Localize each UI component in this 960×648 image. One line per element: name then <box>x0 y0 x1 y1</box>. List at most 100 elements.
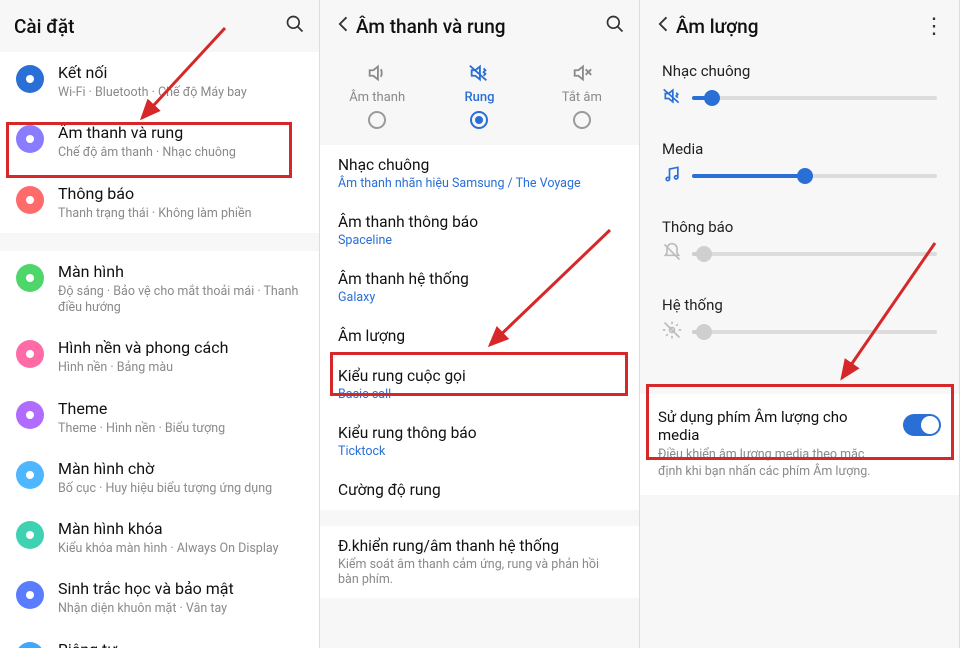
item-sub: Hình nền · Bảng màu <box>58 360 303 376</box>
search-icon[interactable] <box>281 14 305 39</box>
toggle-sub: Điều khiển âm lượng media theo mặc định … <box>658 447 891 481</box>
sound-setting-row[interactable]: Âm thanh hệ thống Galaxy <box>320 259 639 316</box>
back-icon[interactable] <box>654 14 676 39</box>
sound-setting-row[interactable]: Đ.khiển rung/âm thanh hệ thống Kiểm soát … <box>320 526 639 598</box>
settings-item[interactable]: Màn hìnhĐộ sáng · Bảo vệ cho mắt thoải m… <box>0 251 319 328</box>
header: Âm thanh và rung <box>320 0 639 52</box>
settings-item[interactable]: Theme Theme · Hình nền · Biểu tượng <box>0 388 319 448</box>
sound-mode-mute[interactable]: Tắt âm <box>531 62 633 129</box>
settings-item[interactable]: Hình nền và phong cách Hình nền · Bảng mà… <box>0 327 319 387</box>
sound-setting-row[interactable]: Kiểu rung thông báo Ticktock <box>320 413 639 470</box>
item-label: Kết nối <box>58 63 303 83</box>
item-sub: Wi-Fi · Bluetooth · Chế độ Máy bay <box>58 85 303 101</box>
settings-item[interactable]: Sinh trắc học và bảo mậtNhận diện khuôn … <box>0 568 319 628</box>
wifi-icon <box>16 65 44 93</box>
sound-on-icon <box>366 62 388 84</box>
row-label: Âm lượng <box>338 327 621 345</box>
settings-root-panel: Cài đặt Kết nối Wi-Fi · Bluetooth · Chế đ… <box>0 0 320 648</box>
settings-item[interactable]: Kết nối Wi-Fi · Bluetooth · Chế độ Máy ba… <box>0 52 319 112</box>
vibrate-icon <box>662 86 682 110</box>
bell-off-icon <box>662 242 682 266</box>
priv-icon <box>16 642 44 648</box>
volume-slider[interactable] <box>662 162 937 190</box>
search-icon[interactable] <box>601 14 625 39</box>
item-label: Thông báo <box>58 184 303 204</box>
mode-label: Âm thanh <box>349 90 405 105</box>
wall-icon <box>16 340 44 368</box>
mute-icon <box>571 62 593 84</box>
slider-track[interactable] <box>692 252 937 256</box>
mode-label: Rung <box>464 90 494 105</box>
row-label: Âm thanh thông báo <box>338 213 621 231</box>
music-icon <box>662 164 682 188</box>
radio-icon <box>573 111 591 129</box>
row-sub: Galaxy <box>338 290 621 305</box>
item-label: Theme <box>58 399 303 419</box>
item-label: Hình nền và phong cách <box>58 338 303 358</box>
volume-panel: Âm lượng ⋮ Nhạc chuông Media Thông báo Hệ t… <box>640 0 960 648</box>
slider-track[interactable] <box>692 174 937 178</box>
volume-slider[interactable] <box>662 318 937 346</box>
page-title: Âm thanh và rung <box>356 15 601 38</box>
volume-label: Thông báo <box>662 218 937 236</box>
sound-mode-sound-on[interactable]: Âm thanh <box>326 62 428 129</box>
settings-list: Kết nối Wi-Fi · Bluetooth · Chế độ Máy ba… <box>0 52 319 648</box>
row-label: Nhạc chuông <box>338 156 621 174</box>
back-icon[interactable] <box>334 14 356 39</box>
sound-setting-row[interactable]: Âm thanh thông báo Spaceline <box>320 202 639 259</box>
volume-slider[interactable] <box>662 240 937 268</box>
row-label: Đ.khiển rung/âm thanh hệ thống <box>338 537 621 555</box>
item-label: Sinh trắc học và bảo mật <box>58 579 303 599</box>
row-sub: Spaceline <box>338 233 621 248</box>
sound-mode-vibrate[interactable]: Rung <box>428 62 530 129</box>
sound-setting-row[interactable]: Kiểu rung cuộc gọiBasic call <box>320 356 639 413</box>
lock-icon <box>16 521 44 549</box>
more-icon[interactable]: ⋮ <box>921 14 945 39</box>
item-label: Riêng tư <box>58 640 303 648</box>
item-label: Âm thanh và rung <box>58 123 303 143</box>
row-sub: Ticktock <box>338 444 621 459</box>
radio-icon <box>368 111 386 129</box>
sound-icon <box>16 125 44 153</box>
gear-off-icon <box>662 320 682 344</box>
row-sub: Âm thanh nhãn hiệu Samsung / The Voyage <box>338 176 621 191</box>
volume-group: Thông báo <box>640 218 959 268</box>
page-title: Cài đặt <box>14 15 281 38</box>
volume-label: Nhạc chuông <box>662 62 937 80</box>
settings-item[interactable]: Thông báo Thanh trạng thái · Không làm ph… <box>0 173 319 233</box>
volume-sliders: Nhạc chuông Media Thông báo Hệ thống <box>640 62 959 364</box>
row-sub: Kiểm soát âm thanh cảm ứng, rung và phản… <box>338 557 621 587</box>
row-label: Kiểu rung thông báo <box>338 424 621 442</box>
item-sub: Kiểu khóa màn hình · Always On Display <box>58 541 303 557</box>
volume-group: Media <box>640 140 959 190</box>
item-label: Màn hình chờ <box>58 459 303 479</box>
sound-mode-selector: Âm thanh Rung Tắt âm <box>320 52 639 145</box>
volume-group: Nhạc chuông <box>640 62 959 112</box>
sound-setting-row[interactable]: Âm lượng <box>320 316 639 356</box>
volume-group: Hệ thống <box>640 296 959 346</box>
item-sub: Thanh trạng thái · Không làm phiền <box>58 206 303 222</box>
volume-label: Media <box>662 140 937 158</box>
row-label: Âm thanh hệ thống <box>338 270 621 288</box>
toggle-switch[interactable] <box>903 414 941 436</box>
home-icon <box>16 461 44 489</box>
sound-setting-row[interactable]: Cường độ rung <box>320 470 639 510</box>
item-sub: Theme · Hình nền · Biểu tượng <box>58 421 303 437</box>
volume-slider[interactable] <box>662 84 937 112</box>
row-label: Kiểu rung cuộc gọi <box>338 367 621 385</box>
settings-item[interactable]: Âm thanh và rungChế độ âm thanh · Nhạc c… <box>0 112 319 172</box>
mode-label: Tắt âm <box>562 90 602 105</box>
settings-item[interactable]: Riêng tư <box>0 629 319 648</box>
row-label: Cường độ rung <box>338 481 621 499</box>
sound-vibration-panel: Âm thanh và rung Âm thanh Rung Tắt âm Nhạc… <box>320 0 640 648</box>
settings-item[interactable]: Màn hình chờBố cục · Huy hiệu biểu tượng… <box>0 448 319 508</box>
volume-media-toggle-row[interactable]: Sử dụng phím Âm lượng cho media Điều khi… <box>640 394 959 495</box>
theme-icon <box>16 401 44 429</box>
sound-settings-list: Nhạc chuông Âm thanh nhãn hiệu Samsung / … <box>320 145 639 598</box>
slider-track[interactable] <box>692 330 937 334</box>
header: Âm lượng ⋮ <box>640 0 959 52</box>
slider-track[interactable] <box>692 96 937 100</box>
settings-item[interactable]: Màn hình khóa Kiểu khóa màn hình · Always… <box>0 508 319 568</box>
sound-setting-row[interactable]: Nhạc chuông Âm thanh nhãn hiệu Samsung / … <box>320 145 639 202</box>
item-label: Màn hình khóa <box>58 519 303 539</box>
